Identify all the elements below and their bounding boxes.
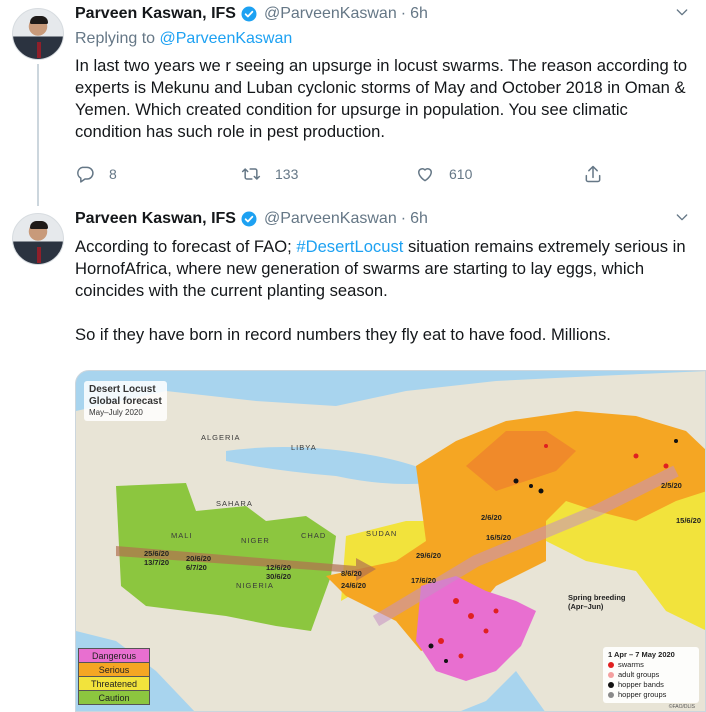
tweet-header: Parveen Kaswan, IFS @ParveenKaswan · 6h: [75, 207, 690, 231]
legend-swatch-hopper-bands: [608, 682, 614, 688]
legend-swatch-adult-groups: [608, 672, 614, 678]
map-date-label: 2/5/20: [661, 481, 682, 490]
map-place-label: CHAD: [301, 531, 327, 540]
author-name[interactable]: Parveen Kaswan, IFS: [75, 210, 236, 228]
legend-item: adult groups: [608, 670, 694, 680]
verified-badge-icon: [241, 6, 257, 22]
reply-button[interactable]: 8: [75, 164, 117, 184]
author-name[interactable]: Parveen Kaswan, IFS: [75, 5, 236, 23]
legend-threatened: Threatened: [78, 676, 150, 691]
avatar[interactable]: [12, 213, 64, 265]
legend-dangerous: Dangerous: [78, 648, 150, 663]
map-date-label: 25/6/20: [144, 549, 170, 558]
map-place-label: MALI: [171, 531, 193, 540]
map-risk-legend: Dangerous Serious Threatened Caution: [78, 648, 150, 705]
map-credit: ©FAO/DLIS: [668, 704, 695, 710]
map-observation-legend: 1 Apr – 7 May 2020 swarms adult groups h…: [603, 647, 699, 703]
tweet-actions: 8 133 610: [75, 163, 615, 185]
reply-icon: [77, 166, 94, 183]
map-place-label: LIBYA: [291, 443, 317, 452]
chevron-down-icon[interactable]: [674, 209, 690, 225]
thread-connector-line: [37, 64, 39, 206]
like-count: 610: [449, 166, 473, 182]
map-place-label: SUDAN: [366, 529, 398, 538]
legend-caution: Caution: [78, 690, 150, 705]
share-button[interactable]: [583, 164, 603, 184]
timestamp[interactable]: 6h: [410, 210, 428, 228]
legend-item: hopper groups: [608, 690, 694, 700]
legend-label: swarms: [618, 660, 644, 669]
like-icon: [418, 168, 432, 182]
map-place-label: ALGERIA: [201, 433, 241, 442]
legend-label: hopper bands: [618, 680, 664, 689]
legend-label: adult groups: [618, 670, 660, 679]
legend-period: 1 Apr – 7 May 2020: [608, 650, 675, 659]
timestamp[interactable]: 6h: [410, 5, 428, 23]
map-date-label: 6/7/20: [186, 563, 207, 572]
spring-breeding-title: Spring breeding: [568, 593, 626, 602]
map-subtitle: May–July 2020: [89, 408, 143, 417]
map-date-label: 15/6/20: [676, 516, 702, 525]
tweet-main[interactable]: Parveen Kaswan, IFS @ParveenKaswan · 6h …: [0, 205, 706, 712]
author-handle[interactable]: @ParveenKaswan: [264, 210, 397, 228]
retweet-button[interactable]: 133: [241, 164, 298, 184]
author-handle[interactable]: @ParveenKaswan: [264, 5, 397, 23]
map-place-label: NIGER: [241, 536, 270, 545]
attached-map-image[interactable]: Desert Locust Global forecast May–July 2…: [75, 370, 706, 712]
legend-item: hopper bands: [608, 680, 694, 690]
replying-to-link[interactable]: @ParveenKaswan: [160, 30, 293, 47]
share-icon: [585, 165, 601, 183]
hashtag-link[interactable]: #DesertLocust: [296, 237, 403, 256]
map-date-label: 29/6/20: [416, 551, 442, 560]
map-title-line2: Global forecast: [89, 396, 162, 407]
tweet-text-part: According to forecast of FAO;: [75, 237, 297, 256]
separator-dot: ·: [400, 210, 407, 227]
map-date-label: 24/6/20: [341, 581, 367, 590]
chevron-down-icon[interactable]: [674, 4, 690, 20]
map-date-label: 20/6/20: [186, 554, 212, 563]
map-date-label: 30/6/20: [266, 572, 292, 581]
tweet-text: According to forecast of FAO; #DesertLoc…: [75, 236, 690, 346]
tweet-reply[interactable]: Parveen Kaswan, IFS @ParveenKaswan · 6h …: [0, 0, 706, 206]
map-date-label: 13/7/20: [144, 558, 170, 567]
retweet-count: 133: [275, 166, 299, 182]
separator-dot: ·: [400, 5, 407, 22]
legend-swatch-swarms: [608, 662, 614, 668]
legend-serious: Serious: [78, 662, 150, 677]
legend-item: swarms: [608, 660, 694, 670]
tweet-header: Parveen Kaswan, IFS @ParveenKaswan · 6h: [75, 2, 690, 26]
reply-count: 8: [109, 166, 117, 182]
replying-prefix: Replying to: [75, 30, 156, 47]
spring-breeding-period: (Apr–Jun): [568, 602, 604, 611]
map-place-label: SAHARA: [216, 499, 253, 508]
legend-swatch-hopper-groups: [608, 692, 614, 698]
map-title-box: Desert Locust Global forecast May–July 2…: [84, 381, 167, 421]
replying-to: Replying to @ParveenKaswan: [75, 28, 690, 50]
map-date-label: 12/6/20: [266, 563, 292, 572]
spring-breeding-label: Spring breeding (Apr–Jun): [568, 593, 626, 611]
map-title-line1: Desert Locust: [89, 384, 156, 395]
map-date-label: 16/5/20: [486, 533, 512, 542]
map-date-label: 8/6/20: [341, 569, 362, 578]
map-place-label: NIGERIA: [236, 581, 274, 590]
verified-badge-icon: [241, 211, 257, 227]
map-date-label: 2/6/20: [481, 513, 502, 522]
avatar[interactable]: [12, 8, 64, 60]
map-date-label: 17/6/20: [411, 576, 437, 585]
retweet-icon: [241, 168, 261, 180]
legend-label: hopper groups: [618, 690, 667, 699]
like-button[interactable]: 610: [415, 164, 472, 184]
tweet-text: In last two years we r seeing an upsurge…: [75, 56, 692, 141]
